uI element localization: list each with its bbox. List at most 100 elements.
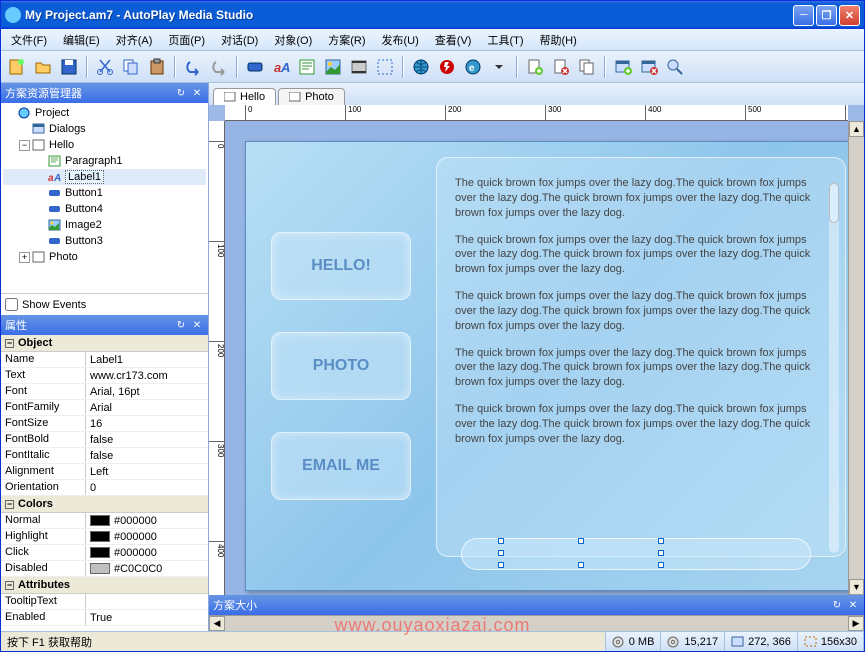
- prop-highlight[interactable]: Highlight#000000: [1, 529, 208, 545]
- select-object-icon[interactable]: [373, 55, 397, 79]
- preview-icon[interactable]: [663, 55, 687, 79]
- scroll-up-icon[interactable]: ▲: [849, 121, 864, 137]
- properties-title: 属性: [5, 317, 27, 333]
- selection-handles[interactable]: [501, 541, 661, 565]
- size-hscrollbar[interactable]: ◀ ▶: [209, 615, 864, 631]
- tree-photo-page[interactable]: +Photo: [3, 249, 206, 265]
- close-panel-icon[interactable]: ✕: [846, 598, 860, 612]
- project-size-title: 方案大小: [213, 597, 257, 613]
- minimize-button[interactable]: ─: [793, 5, 814, 26]
- page-hello[interactable]: HELLO! PHOTO EMAIL ME The quick brown fo…: [245, 141, 848, 591]
- flash-object-icon[interactable]: [435, 55, 459, 79]
- svg-text:A: A: [53, 173, 61, 183]
- prop-group-attributes[interactable]: −Attributes: [1, 577, 208, 594]
- project-size-header: 方案大小 ↻ ✕: [209, 595, 864, 615]
- tab-photo[interactable]: Photo: [278, 88, 345, 105]
- prop-fontitalic[interactable]: FontItalicfalse: [1, 448, 208, 464]
- cut-icon[interactable]: [93, 55, 117, 79]
- prop-fontfamily[interactable]: FontFamilyArial: [1, 400, 208, 416]
- scroll-right-icon[interactable]: ▶: [848, 616, 864, 631]
- close-panel-icon[interactable]: ✕: [190, 318, 204, 332]
- tree-paragraph1[interactable]: Paragraph1: [3, 153, 206, 169]
- paragraph-scrollbar[interactable]: [829, 183, 839, 553]
- button-object-icon[interactable]: [243, 55, 267, 79]
- canvas-vscrollbar[interactable]: ▲ ▼: [848, 121, 864, 595]
- new-icon[interactable]: [5, 55, 29, 79]
- menu-help[interactable]: 帮助(H): [532, 30, 585, 50]
- prop-group-object[interactable]: −Object: [1, 335, 208, 352]
- title-bar: My Project.am7 - AutoPlay Media Studio ─…: [1, 1, 864, 29]
- tree-image2[interactable]: Image2: [3, 217, 206, 233]
- show-events-checkbox[interactable]: Show Events: [5, 298, 204, 311]
- paragraph-object-icon[interactable]: [295, 55, 319, 79]
- canvas-paragraph[interactable]: The quick brown fox jumps over the lazy …: [436, 157, 846, 557]
- tree-dialogs[interactable]: Dialogs: [3, 121, 206, 137]
- video-object-icon[interactable]: [347, 55, 371, 79]
- status-coords: 272, 366: [725, 632, 798, 651]
- remove-dialog-icon[interactable]: [637, 55, 661, 79]
- add-dialog-icon[interactable]: [611, 55, 635, 79]
- prop-orientation[interactable]: Orientation0: [1, 480, 208, 496]
- tab-hello[interactable]: Hello: [213, 88, 276, 105]
- tree-label1[interactable]: aALabel1: [3, 169, 206, 185]
- prop-font[interactable]: FontArial, 16pt: [1, 384, 208, 400]
- prop-click[interactable]: Click#000000: [1, 545, 208, 561]
- undo-icon[interactable]: [181, 55, 205, 79]
- canvas-button-hello[interactable]: HELLO!: [271, 232, 411, 300]
- canvas-button-photo[interactable]: PHOTO: [271, 332, 411, 400]
- image-object-icon[interactable]: [321, 55, 345, 79]
- scroll-down-icon[interactable]: ▼: [849, 579, 864, 595]
- prop-fontbold[interactable]: FontBoldfalse: [1, 432, 208, 448]
- prop-disabled[interactable]: Disabled#C0C0C0: [1, 561, 208, 577]
- remove-page-icon[interactable]: [549, 55, 573, 79]
- tree-hello-page[interactable]: −Hello: [3, 137, 206, 153]
- menu-view[interactable]: 查看(V): [427, 30, 480, 50]
- refresh-icon[interactable]: ↻: [174, 86, 188, 100]
- menu-bar: 文件(F) 编辑(E) 对齐(A) 页面(P) 对话(D) 对象(O) 方案(R…: [1, 29, 864, 51]
- prop-fontsize[interactable]: FontSize16: [1, 416, 208, 432]
- prop-group-colors[interactable]: −Colors: [1, 496, 208, 513]
- design-canvas[interactable]: HELLO! PHOTO EMAIL ME The quick brown fo…: [225, 121, 848, 595]
- duplicate-page-icon[interactable]: [575, 55, 599, 79]
- menu-dialog[interactable]: 对话(D): [213, 30, 266, 50]
- svg-text:A: A: [280, 60, 290, 75]
- web-object-icon[interactable]: [409, 55, 433, 79]
- refresh-icon[interactable]: ↻: [830, 598, 844, 612]
- refresh-icon[interactable]: ↻: [174, 318, 188, 332]
- add-page-icon[interactable]: [523, 55, 547, 79]
- menu-edit[interactable]: 编辑(E): [55, 30, 108, 50]
- copy-icon[interactable]: [119, 55, 143, 79]
- open-icon[interactable]: [31, 55, 55, 79]
- prop-tooltiptext[interactable]: TooltipText: [1, 594, 208, 610]
- prop-text[interactable]: Textwww.cr173.com: [1, 368, 208, 384]
- tree-project[interactable]: Project: [3, 105, 206, 121]
- close-button[interactable]: ✕: [839, 5, 860, 26]
- label-object-icon[interactable]: aA: [269, 55, 293, 79]
- menu-publish[interactable]: 发布(U): [374, 30, 427, 50]
- prop-name[interactable]: NameLabel1: [1, 352, 208, 368]
- redo-icon[interactable]: [207, 55, 231, 79]
- ie-object-icon[interactable]: e: [461, 55, 485, 79]
- project-tree[interactable]: Project Dialogs −Hello Paragraph1 aALabe…: [1, 103, 208, 293]
- tree-button3[interactable]: Button3: [3, 233, 206, 249]
- save-icon[interactable]: [57, 55, 81, 79]
- menu-project[interactable]: 方案(R): [320, 30, 373, 50]
- properties-grid[interactable]: −Object NameLabel1 Textwww.cr173.com Fon…: [1, 335, 208, 631]
- maximize-button[interactable]: ❐: [816, 5, 837, 26]
- scroll-left-icon[interactable]: ◀: [209, 616, 225, 631]
- tree-button1[interactable]: Button1: [3, 185, 206, 201]
- menu-page[interactable]: 页面(P): [160, 30, 213, 50]
- menu-object[interactable]: 对象(O): [266, 30, 320, 50]
- close-panel-icon[interactable]: ✕: [190, 86, 204, 100]
- prop-alignment[interactable]: AlignmentLeft: [1, 464, 208, 480]
- prop-normal[interactable]: Normal#000000: [1, 513, 208, 529]
- menu-align[interactable]: 对齐(A): [108, 30, 161, 50]
- canvas-button-email[interactable]: EMAIL ME: [271, 432, 411, 500]
- menu-file[interactable]: 文件(F): [3, 30, 55, 50]
- menu-tools[interactable]: 工具(T): [479, 30, 531, 50]
- object-dropdown-icon[interactable]: [487, 55, 511, 79]
- size-icon: [804, 636, 818, 648]
- tree-button4[interactable]: Button4: [3, 201, 206, 217]
- paste-icon[interactable]: [145, 55, 169, 79]
- prop-enabled[interactable]: EnabledTrue: [1, 610, 208, 626]
